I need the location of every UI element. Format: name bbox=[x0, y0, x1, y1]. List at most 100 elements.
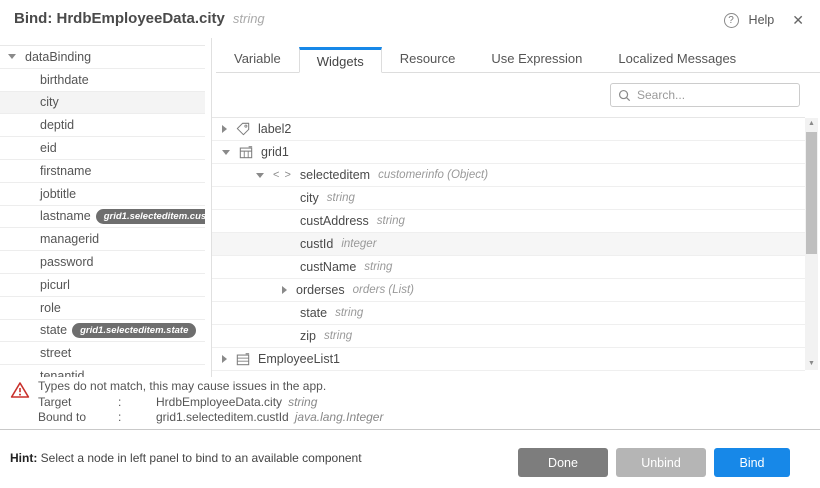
collapse-arrow-icon[interactable] bbox=[222, 150, 230, 155]
sidebar-item-street[interactable]: street bbox=[0, 342, 205, 365]
tree-node-custId[interactable]: custIdinteger bbox=[212, 233, 805, 256]
sidebar-item-role[interactable]: role bbox=[0, 297, 205, 320]
widgets-tree: label2grid1< >selecteditemcustomerinfo (… bbox=[212, 117, 805, 371]
search-input[interactable] bbox=[637, 88, 792, 102]
dialog-title-text: Bind: HrdbEmployeeData.city bbox=[14, 10, 225, 27]
dialog-title-type: string bbox=[233, 11, 265, 26]
expand-arrow-icon[interactable] bbox=[222, 355, 227, 363]
sidebar-item-lastname[interactable]: lastname grid1.selecteditem.custName bbox=[0, 206, 205, 229]
sidebar-item-picurl[interactable]: picurl bbox=[0, 274, 205, 297]
binding-badge: grid1.selecteditem.custName bbox=[96, 209, 205, 224]
tree-node-label: orderses bbox=[296, 283, 345, 297]
tree-node-state[interactable]: state string bbox=[212, 302, 805, 325]
close-icon[interactable]: ✕ bbox=[792, 12, 804, 29]
tree-node-label: grid1 bbox=[261, 145, 289, 159]
scrollbar-thumb[interactable] bbox=[806, 132, 817, 254]
tree-node-label2[interactable]: label2 bbox=[212, 118, 805, 141]
tree-node-type: string bbox=[364, 261, 392, 273]
tree-node-label: custId bbox=[300, 237, 333, 251]
tree-node-label: selecteditem bbox=[300, 168, 370, 182]
binding-badge: grid1.selecteditem.state bbox=[72, 323, 196, 338]
tab-variable[interactable]: Variable bbox=[216, 46, 299, 72]
tab-resource[interactable]: Resource bbox=[382, 46, 474, 72]
tree-node-type: string bbox=[335, 307, 363, 319]
expand-arrow-icon[interactable] bbox=[222, 125, 227, 133]
tree-scrollbar[interactable]: ▲ ▼ bbox=[805, 118, 818, 370]
tree-node-custAddress[interactable]: custAddress string bbox=[212, 210, 805, 233]
tree-node-grid1[interactable]: grid1 bbox=[212, 141, 805, 164]
sidebar-item-tenantid[interactable]: tenantid bbox=[0, 365, 205, 377]
sidebar-item-deptid[interactable]: deptid bbox=[0, 114, 205, 137]
help-icon[interactable]: ? bbox=[724, 13, 739, 28]
tree-node-EmployeeList1[interactable]: EmployeeList1 bbox=[212, 348, 805, 371]
dialog-footer: Hint: Select a node in left panel to bin… bbox=[0, 429, 820, 488]
grid-icon bbox=[239, 145, 253, 159]
tab-use-expression[interactable]: Use Expression bbox=[473, 46, 600, 72]
sidebar-item-label: tenantid bbox=[40, 369, 84, 377]
tree-node-zip[interactable]: zipstring bbox=[212, 325, 805, 348]
sidebar-item-state[interactable]: state grid1.selecteditem.state bbox=[0, 320, 205, 343]
bind-dialog: Bind: HrdbEmployeeData.city string ? Help… bbox=[0, 0, 820, 488]
sidebar-item-label: jobtitle bbox=[40, 187, 76, 201]
sidebar-item-label: city bbox=[40, 95, 59, 109]
tree-node-type: orders (List) bbox=[353, 284, 414, 296]
warning-message: Types do not match, this may cause issue… bbox=[38, 379, 383, 395]
bind-button[interactable]: Bind bbox=[714, 448, 790, 477]
scroll-down-icon[interactable]: ▼ bbox=[805, 358, 818, 370]
hint-label: Hint: bbox=[10, 451, 37, 465]
sidebar-item-label: lastname bbox=[40, 209, 91, 223]
sidebar-item-firstname[interactable]: firstname bbox=[0, 160, 205, 183]
tree-node-label: custAddress bbox=[300, 214, 369, 228]
tree-node-label: state bbox=[300, 306, 327, 320]
tab-localized-messages[interactable]: Localized Messages bbox=[600, 46, 754, 72]
tree-node-orderses[interactable]: orderses orders (List) bbox=[212, 279, 805, 302]
sidebar-item-jobtitle[interactable]: jobtitle bbox=[0, 183, 205, 206]
tree-node-selecteditem[interactable]: < >selecteditemcustomerinfo (Object) bbox=[212, 164, 805, 187]
tree-node-label: custName bbox=[300, 260, 356, 274]
binding-sidebar: dataBinding birthdate city deptid eid firstn… bbox=[0, 45, 205, 377]
sidebar-item-eid[interactable]: eid bbox=[0, 137, 205, 160]
tree-node-label: city bbox=[300, 191, 319, 205]
sidebar-item-label: birthdate bbox=[40, 73, 89, 87]
tab-widgets[interactable]: Widgets bbox=[299, 47, 382, 73]
tree-node-type: string bbox=[377, 215, 405, 227]
sidebar-item-managerid[interactable]: managerid bbox=[0, 228, 205, 251]
expand-arrow-icon[interactable] bbox=[282, 286, 287, 294]
tree-node-label: label2 bbox=[258, 122, 291, 136]
hint-body: Select a node in left panel to bind to a… bbox=[37, 451, 361, 465]
tree-node-type: string bbox=[327, 192, 355, 204]
warning-text-block: Types do not match, this may cause issue… bbox=[38, 379, 383, 426]
tag-icon bbox=[236, 122, 250, 136]
warning-row-label: Bound to bbox=[38, 410, 118, 426]
warning-row-type: string bbox=[288, 395, 317, 409]
collapse-arrow-icon[interactable] bbox=[256, 173, 264, 178]
warning-row-value: HrdbEmployeeData.city bbox=[156, 395, 282, 409]
warning-triangle-icon bbox=[10, 381, 30, 404]
tree-node-city[interactable]: city string bbox=[212, 187, 805, 210]
tree-node-custName[interactable]: custName string bbox=[212, 256, 805, 279]
scroll-up-icon[interactable]: ▲ bbox=[805, 118, 818, 130]
sidebar-item-databinding[interactable]: dataBinding bbox=[0, 46, 205, 69]
sidebar-item-label: eid bbox=[40, 141, 57, 155]
dialog-header: Bind: HrdbEmployeeData.city string ? Help… bbox=[0, 0, 820, 40]
sidebar-item-password[interactable]: password bbox=[0, 251, 205, 274]
sidebar-item-city[interactable]: city bbox=[0, 92, 205, 115]
done-button[interactable]: Done bbox=[518, 448, 608, 477]
warning-row: Bound to:grid1.selecteditem.custIdjava.l… bbox=[38, 410, 383, 426]
dialog-title: Bind: HrdbEmployeeData.city string bbox=[14, 10, 265, 27]
warning-row-colon: : bbox=[118, 395, 156, 411]
sidebar-item-birthdate[interactable]: birthdate bbox=[0, 69, 205, 92]
unbind-button[interactable]: Unbind bbox=[616, 448, 706, 477]
warning-row: Target:HrdbEmployeeData.citystring bbox=[38, 395, 383, 411]
bind-main-panel: VariableWidgetsResourceUse ExpressionLoc… bbox=[211, 38, 820, 377]
sidebar-item-label: state bbox=[40, 323, 67, 337]
code-icon: < > bbox=[273, 169, 292, 181]
list-icon bbox=[236, 352, 250, 366]
sidebar-root-label: dataBinding bbox=[25, 50, 91, 64]
help-link[interactable]: Help bbox=[749, 13, 775, 27]
warning-row-type: java.lang.Integer bbox=[295, 410, 384, 424]
sidebar-item-label: street bbox=[40, 346, 71, 360]
collapse-arrow-icon[interactable] bbox=[8, 54, 16, 59]
search-box[interactable] bbox=[610, 83, 800, 107]
tree-node-label: zip bbox=[300, 329, 316, 343]
